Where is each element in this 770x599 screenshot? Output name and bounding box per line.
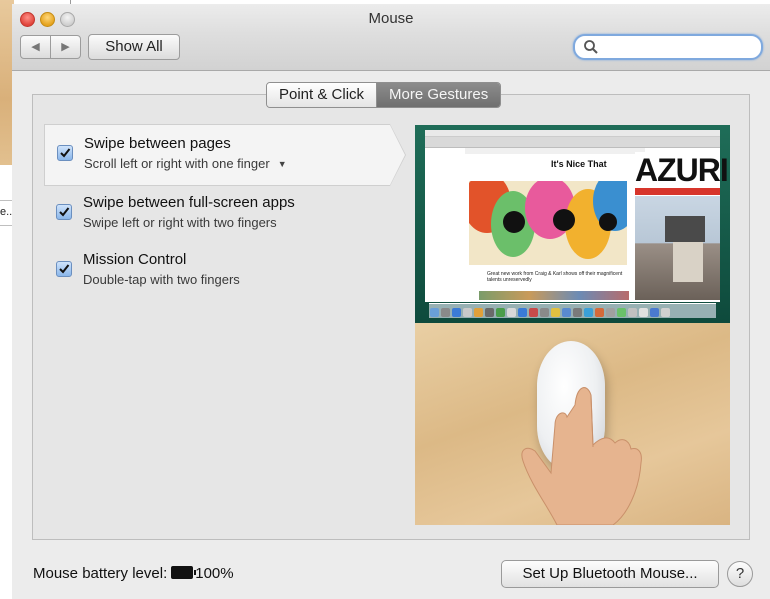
window-title: Mouse xyxy=(368,10,414,27)
gesture-option: Scroll left or right with one finger xyxy=(84,156,270,171)
battery-status: Mouse battery level: 100% xyxy=(33,565,234,582)
battery-icon xyxy=(171,566,197,579)
mouse-preferences-window: Mouse ◀ ▶ Show All Point & Click More Ge… xyxy=(12,4,770,599)
gesture-title: Swipe between full-screen apps xyxy=(83,194,295,211)
checkbox-swipe-between-fullscreen-apps[interactable] xyxy=(56,204,72,220)
gesture-title: Mission Control xyxy=(83,251,187,268)
search-icon xyxy=(584,40,598,54)
gesture-swipe-between-pages[interactable]: Swipe between pages Scroll left or right… xyxy=(44,124,406,186)
preview-desk xyxy=(415,323,730,525)
checkmark-icon xyxy=(60,148,71,158)
preview-headline: AZURI xyxy=(635,152,729,188)
back-button[interactable]: ◀ xyxy=(21,36,51,58)
back-forward-control: ◀ ▶ xyxy=(20,35,81,59)
preview-browser: It's Nice That Great new work from Craig… xyxy=(425,130,729,302)
gesture-subtitle[interactable]: Scroll left or right with one finger ▼ xyxy=(84,156,287,171)
preview-artwork xyxy=(469,181,627,265)
preview-photo xyxy=(635,196,720,300)
preview-caption: Great new work from Craig & Karl shows o… xyxy=(487,271,623,283)
tab-point-and-click[interactable]: Point & Click xyxy=(267,83,378,107)
back-arrow-icon: ◀ xyxy=(31,41,40,53)
dropdown-arrow-icon[interactable]: ▼ xyxy=(278,159,287,169)
preview-site-title: It's Nice That xyxy=(551,159,607,169)
preview-webpage-right: AZURI xyxy=(635,152,729,300)
preview-webpage: It's Nice That Great new work from Craig… xyxy=(469,155,631,300)
search-input[interactable] xyxy=(603,38,757,58)
forward-button[interactable]: ▶ xyxy=(51,36,80,58)
forward-arrow-icon: ▶ xyxy=(61,41,70,53)
gesture-mission-control[interactable]: Mission Control Double-tap with two fing… xyxy=(44,243,414,303)
gesture-title: Swipe between pages xyxy=(84,135,231,152)
checkbox-mission-control[interactable] xyxy=(56,261,72,277)
title-bar[interactable]: Mouse ◀ ▶ Show All xyxy=(12,4,770,71)
battery-value: 100% xyxy=(195,565,234,582)
checkmark-icon xyxy=(59,264,70,274)
search-field[interactable] xyxy=(573,34,763,60)
hand-image xyxy=(521,387,642,525)
tab-control: Point & Click More Gestures xyxy=(266,82,502,108)
battery-label: Mouse battery level: xyxy=(33,565,168,582)
checkbox-swipe-between-pages[interactable] xyxy=(57,145,73,161)
checkmark-icon xyxy=(59,207,70,217)
gesture-subtitle: Double-tap with two fingers xyxy=(83,272,240,287)
show-all-button[interactable]: Show All xyxy=(88,34,180,60)
set-up-bluetooth-mouse-button[interactable]: Set Up Bluetooth Mouse... xyxy=(501,560,719,588)
tab-more-gestures[interactable]: More Gestures xyxy=(377,83,501,107)
preview-screen: It's Nice That Great new work from Craig… xyxy=(415,125,730,323)
preview-dock xyxy=(429,303,716,318)
gesture-subtitle: Swipe left or right with two fingers xyxy=(83,215,277,230)
gesture-preview-video: It's Nice That Great new work from Craig… xyxy=(415,125,730,525)
gesture-swipe-between-fullscreen-apps[interactable]: Swipe between full-screen apps Swipe lef… xyxy=(44,186,414,246)
help-button[interactable]: ? xyxy=(727,561,753,587)
